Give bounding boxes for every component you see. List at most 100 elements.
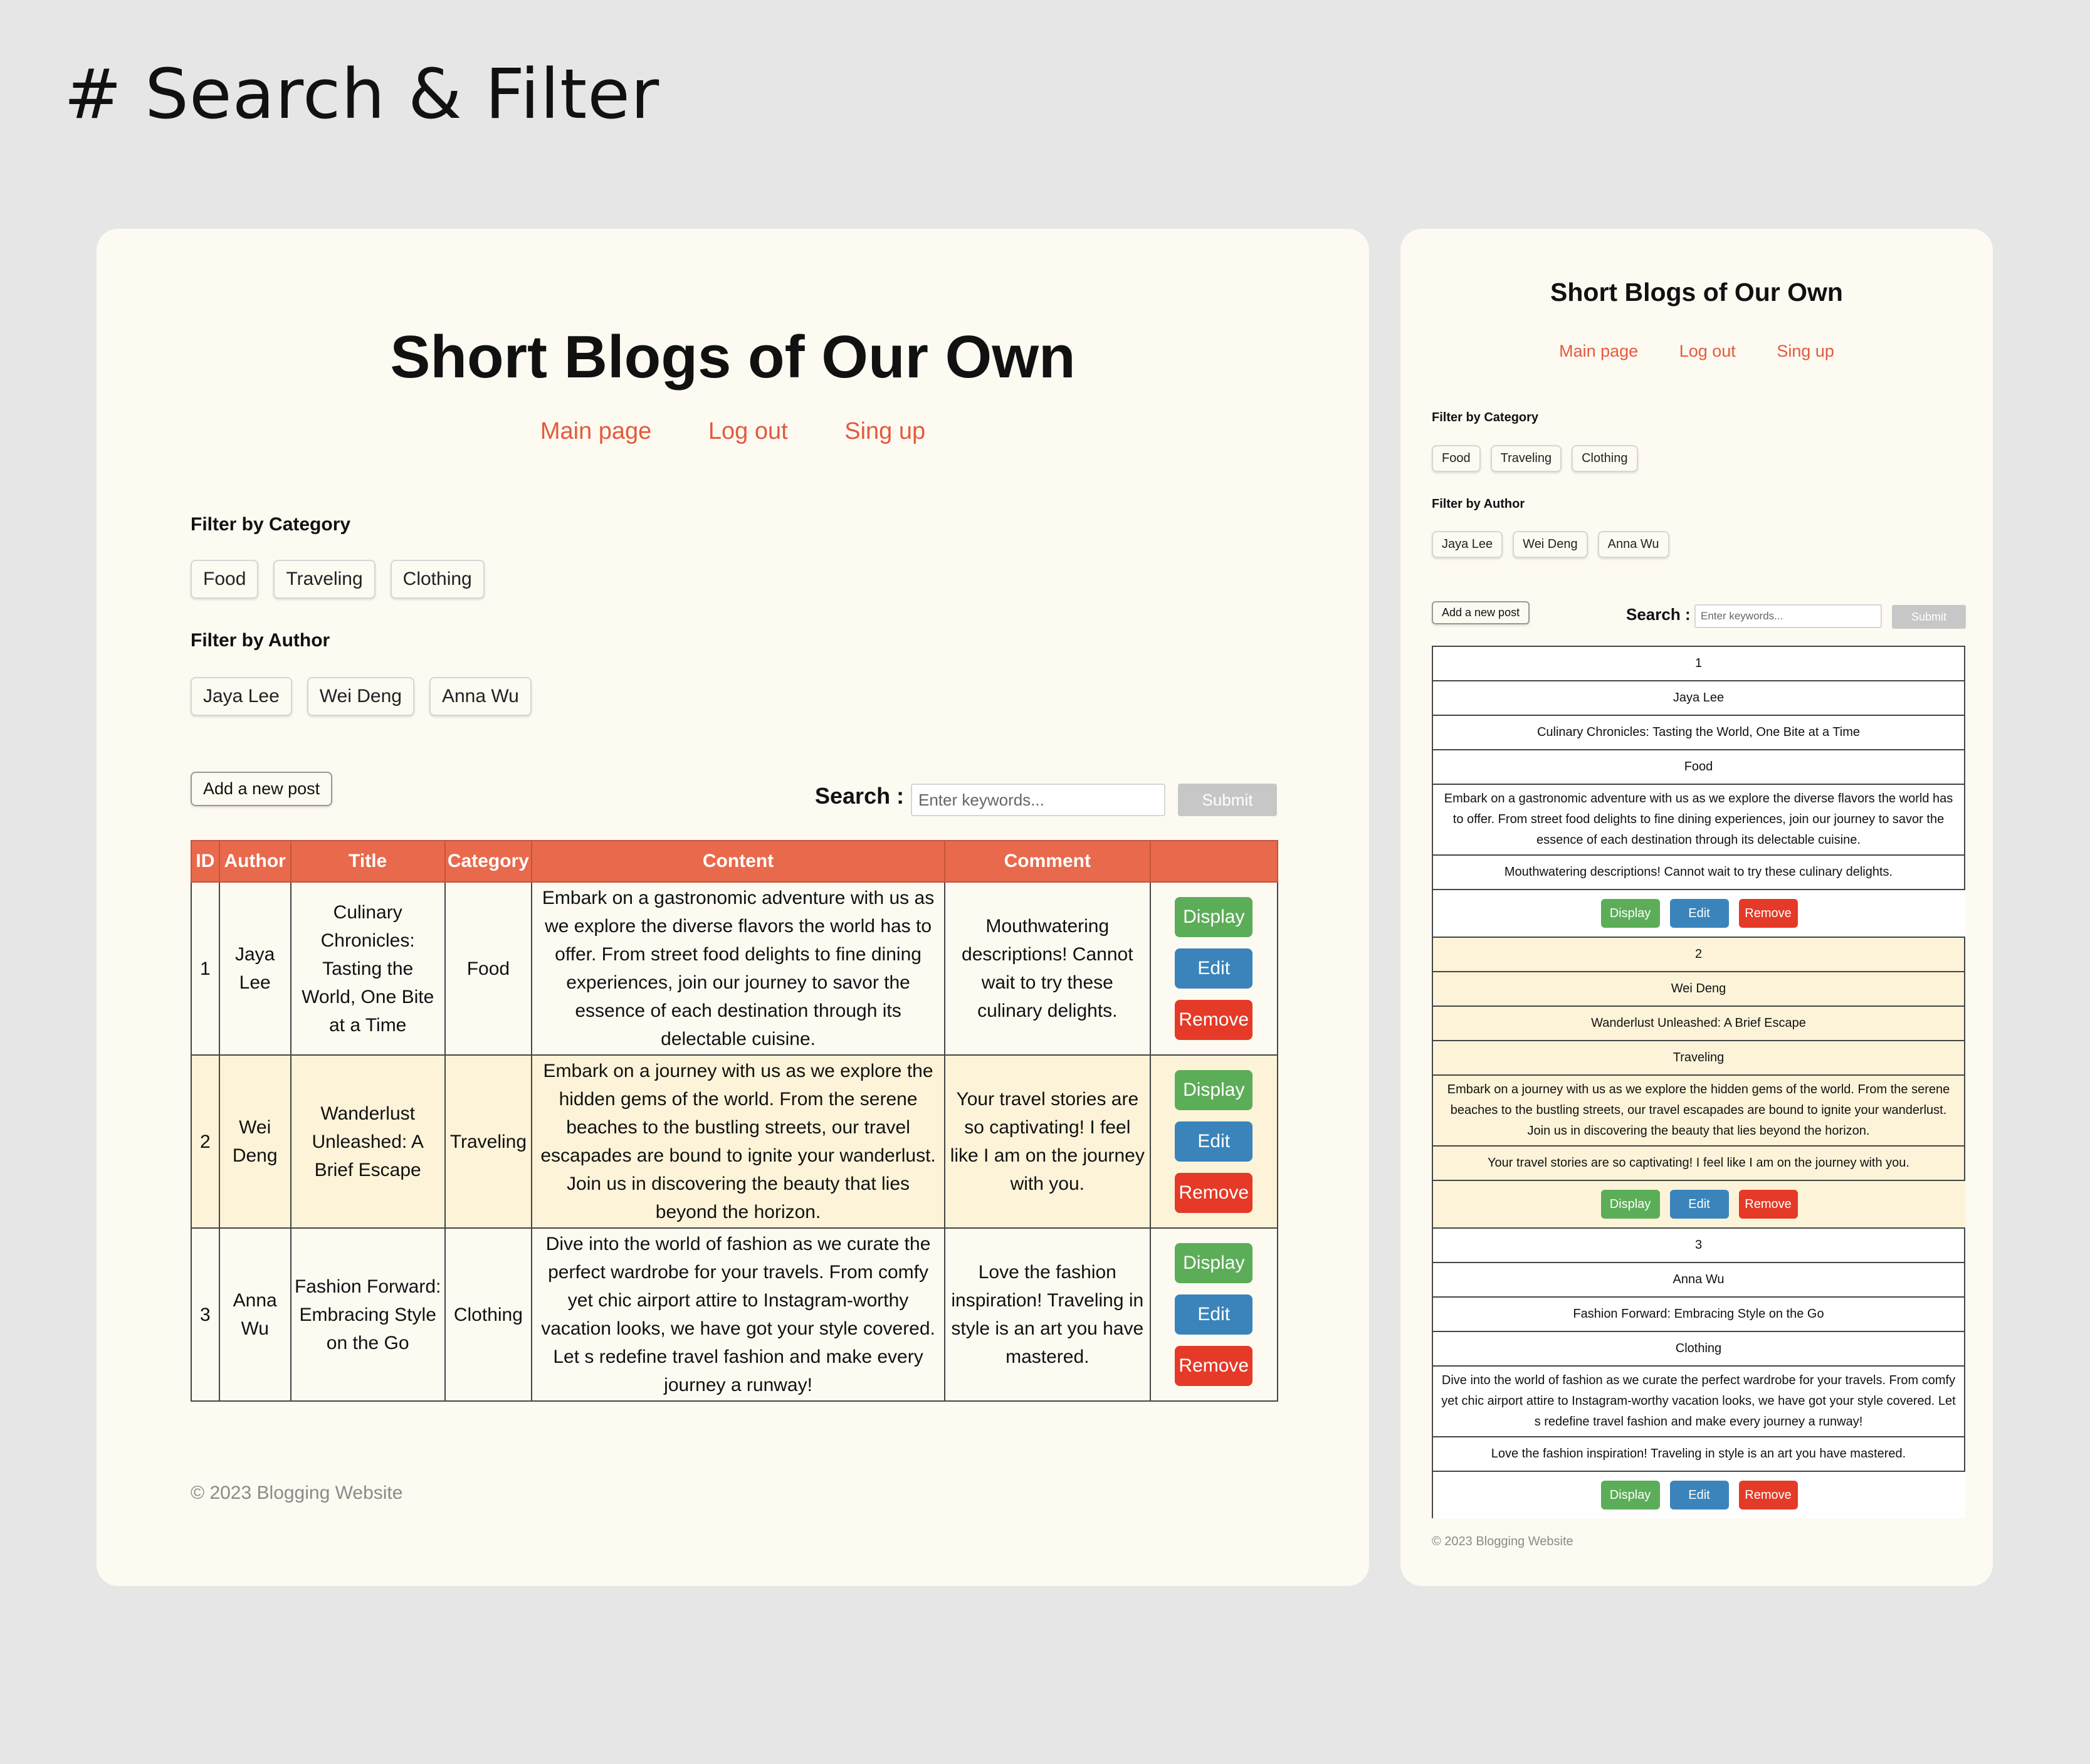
blog-table: ID Author Title Category Content Comment…: [191, 840, 1279, 1402]
blog-list: 1 Jaya Lee Culinary Chronicles: Tasting …: [1432, 646, 1965, 1518]
nav-sign-up[interactable]: Sing up: [1777, 342, 1834, 361]
filter-category-label: Filter by Category: [1432, 411, 1539, 424]
cell-title: Culinary Chronicles: Tasting the World, …: [1432, 716, 1965, 750]
cell-content: Dive into the world of fashion as we cur…: [531, 1227, 946, 1402]
table-row: 1 Jaya Lee Culinary Chronicles: Tasting …: [191, 881, 1279, 1056]
cell-comment: Love the fashion inspiration! Traveling …: [944, 1227, 1151, 1402]
cell-title: Wanderlust Unleashed: A Brief Escape: [1432, 1007, 1965, 1041]
cell-comment: Love the fashion inspiration! Traveling …: [1432, 1437, 1965, 1472]
cell-title: Culinary Chronicles: Tasting the World, …: [290, 881, 446, 1056]
edit-button[interactable]: Edit: [1669, 899, 1729, 928]
display-button[interactable]: Display: [1600, 1481, 1660, 1509]
search-label: Search :: [1626, 605, 1691, 624]
page-heading: # Search & Filter: [64, 54, 660, 134]
category-chip-clothing[interactable]: Clothing: [1572, 445, 1638, 472]
filter-author-label: Filter by Author: [191, 630, 330, 651]
submit-button[interactable]: Submit: [1892, 605, 1966, 629]
remove-button[interactable]: Remove: [1738, 1481, 1798, 1509]
cell-author: Anna Wu: [1432, 1263, 1965, 1298]
add-post-button[interactable]: Add a new post: [191, 772, 333, 806]
category-chip-food[interactable]: Food: [1432, 445, 1481, 472]
site-title: Short Blogs of Our Own: [390, 323, 1076, 391]
author-chip-wei-deng[interactable]: Wei Deng: [307, 677, 414, 716]
cell-category: Food: [1432, 750, 1965, 785]
cell-author: Jaya Lee: [1432, 681, 1965, 716]
cell-category: Traveling: [1432, 1041, 1965, 1076]
search-input[interactable]: [911, 784, 1165, 816]
cell-title: Wanderlust Unleashed: A Brief Escape: [290, 1054, 446, 1229]
cell-author: Jaya Lee: [218, 881, 291, 1056]
cell-actions: Display Edit Remove: [1149, 1227, 1279, 1402]
header-title: Title: [290, 840, 446, 883]
author-chip-wei-deng[interactable]: Wei Deng: [1513, 531, 1588, 558]
cell-title: Fashion Forward: Embracing Style on the …: [290, 1227, 446, 1402]
display-button[interactable]: Display: [1175, 1243, 1253, 1283]
cell-comment: Mouthwatering descriptions! Cannot wait …: [944, 881, 1151, 1056]
edit-button[interactable]: Edit: [1669, 1190, 1729, 1219]
author-filters: Jaya Lee Wei Deng Anna Wu: [1432, 531, 1679, 558]
cell-id: 1: [1432, 646, 1965, 681]
edit-button[interactable]: Edit: [1175, 1294, 1253, 1335]
search-input[interactable]: [1694, 604, 1882, 628]
remove-button[interactable]: Remove: [1175, 1346, 1253, 1386]
cell-author: Anna Wu: [218, 1227, 291, 1402]
search-label: Search :: [815, 783, 905, 809]
header-content: Content: [531, 840, 946, 883]
remove-button[interactable]: Remove: [1175, 1173, 1253, 1213]
cell-author: Wei Deng: [218, 1054, 291, 1229]
category-chip-food[interactable]: Food: [191, 560, 259, 599]
remove-button[interactable]: Remove: [1738, 1190, 1798, 1219]
author-chip-jaya-lee[interactable]: Jaya Lee: [191, 677, 292, 716]
post-card: 2 Wei Deng Wanderlust Unleashed: A Brief…: [1432, 937, 1965, 1227]
footer: © 2023 Blogging Website: [1432, 1535, 1573, 1548]
cell-actions: Display Edit Remove: [1432, 1472, 1965, 1518]
cell-content: Embark on a journey with us as we explor…: [531, 1054, 946, 1229]
nav-sign-up[interactable]: Sing up: [844, 418, 925, 445]
nav-log-out[interactable]: Log out: [708, 418, 788, 445]
cell-category: Clothing: [1432, 1332, 1965, 1367]
cell-id: 2: [1432, 937, 1965, 972]
cell-content: Dive into the world of fashion as we cur…: [1432, 1367, 1965, 1437]
table-row: 2 Wei Deng Wanderlust Unleashed: A Brief…: [191, 1054, 1279, 1229]
cell-comment: Your travel stories are so captivating! …: [944, 1054, 1151, 1229]
cell-actions: Display Edit Remove: [1149, 881, 1279, 1056]
author-chip-jaya-lee[interactable]: Jaya Lee: [1432, 531, 1503, 558]
author-chip-anna-wu[interactable]: Anna Wu: [1597, 531, 1669, 558]
edit-button[interactable]: Edit: [1175, 948, 1253, 989]
cell-actions: Display Edit Remove: [1432, 890, 1965, 937]
display-button[interactable]: Display: [1175, 897, 1253, 937]
header-category: Category: [444, 840, 533, 883]
remove-button[interactable]: Remove: [1738, 899, 1798, 928]
edit-button[interactable]: Edit: [1175, 1121, 1253, 1162]
cell-category: Traveling: [444, 1054, 533, 1229]
category-chip-traveling[interactable]: Traveling: [1490, 445, 1562, 472]
category-filters: Food Traveling Clothing: [191, 560, 500, 599]
nav-log-out[interactable]: Log out: [1679, 342, 1736, 361]
nav-main-page[interactable]: Main page: [1559, 342, 1638, 361]
author-chip-anna-wu[interactable]: Anna Wu: [429, 677, 532, 716]
category-chip-traveling[interactable]: Traveling: [273, 560, 375, 599]
filter-category-label: Filter by Category: [191, 514, 351, 535]
header-author: Author: [218, 840, 291, 883]
table-header-row: ID Author Title Category Content Comment: [191, 840, 1279, 883]
table-row: 3 Anna Wu Fashion Forward: Embracing Sty…: [191, 1227, 1279, 1402]
cell-content: Embark on a gastronomic adventure with u…: [1432, 785, 1965, 856]
cell-author: Wei Deng: [1432, 972, 1965, 1007]
nav-main-page[interactable]: Main page: [540, 418, 651, 445]
author-filters: Jaya Lee Wei Deng Anna Wu: [191, 677, 547, 716]
cell-category: Food: [444, 881, 533, 1056]
remove-button[interactable]: Remove: [1175, 1000, 1253, 1040]
add-post-button[interactable]: Add a new post: [1432, 601, 1530, 624]
submit-button[interactable]: Submit: [1178, 784, 1277, 816]
cell-title: Fashion Forward: Embracing Style on the …: [1432, 1298, 1965, 1332]
cell-actions: Display Edit Remove: [1432, 1181, 1965, 1227]
display-button[interactable]: Display: [1175, 1070, 1253, 1110]
site-title: Short Blogs of Our Own: [1550, 278, 1843, 307]
edit-button[interactable]: Edit: [1669, 1481, 1729, 1509]
display-button[interactable]: Display: [1600, 1190, 1660, 1219]
cell-comment: Your travel stories are so captivating! …: [1432, 1147, 1965, 1181]
display-button[interactable]: Display: [1600, 899, 1660, 928]
mobile-view: Short Blogs of Our Own Main page Log out…: [1400, 229, 1993, 1586]
category-chip-clothing[interactable]: Clothing: [390, 560, 485, 599]
header-comment: Comment: [944, 840, 1151, 883]
